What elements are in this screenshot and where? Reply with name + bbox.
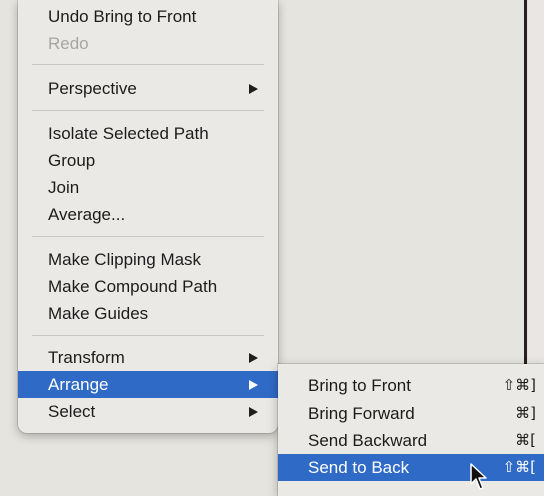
menu-item-average[interactable]: Average...: [18, 201, 278, 228]
menu-item-arrange[interactable]: Arrange: [18, 371, 278, 398]
menu-item-make-clipping-mask[interactable]: Make Clipping Mask: [18, 246, 278, 273]
menu-item-redo: Redo: [18, 30, 278, 57]
menu-item-label: Perspective: [48, 79, 137, 98]
submenu-item-bring-to-front[interactable]: Bring to Front ⇧⌘]: [278, 372, 544, 399]
menu-separator: [32, 64, 264, 65]
submenu-arrow-icon: [249, 353, 258, 363]
mouse-pointer-icon: [470, 463, 487, 490]
menu-item-make-guides[interactable]: Make Guides: [18, 300, 278, 327]
context-menu: Undo Bring to Front Redo Perspective Iso…: [18, 0, 278, 433]
menu-item-label: Make Guides: [48, 304, 149, 323]
menu-item-join[interactable]: Join: [18, 174, 278, 201]
menu-item-label: Isolate Selected Path: [48, 124, 209, 143]
menu-item-label: Average...: [48, 205, 126, 224]
menu-item-select[interactable]: Select: [18, 398, 278, 425]
menu-item-perspective[interactable]: Perspective: [18, 75, 278, 102]
menu-item-label: Join: [48, 178, 80, 197]
menu-item-transform[interactable]: Transform: [18, 344, 278, 371]
keyboard-shortcut: ⌘[: [515, 431, 536, 449]
keyboard-shortcut: ⌘]: [515, 404, 536, 422]
menu-item-group[interactable]: Group: [18, 147, 278, 174]
menu-item-isolate-selected-path[interactable]: Isolate Selected Path: [18, 120, 278, 147]
keyboard-shortcut: ⇧⌘[: [502, 458, 536, 476]
menu-item-label: Arrange: [48, 375, 109, 394]
menu-separator: [32, 335, 264, 336]
menu-item-label: Make Compound Path: [48, 277, 218, 296]
submenu-arrow-icon: [249, 380, 258, 390]
menu-item-label: Group: [48, 151, 96, 170]
submenu-item-send-to-back[interactable]: Send to Back ⇧⌘[: [278, 454, 544, 481]
submenu-item-label: Send Backward: [308, 431, 428, 450]
submenu-arrow-icon: [249, 84, 258, 94]
menu-separator: [32, 236, 264, 237]
menu-item-label: Make Clipping Mask: [48, 250, 202, 269]
menu-separator: [32, 110, 264, 111]
keyboard-shortcut: ⇧⌘]: [502, 376, 536, 394]
submenu-item-label: Send to Back: [308, 458, 410, 477]
menu-item-label: Transform: [48, 348, 125, 367]
menu-item-label: Undo Bring to Front: [48, 7, 197, 26]
menu-item-make-compound-path[interactable]: Make Compound Path: [18, 273, 278, 300]
submenu-arrow-icon: [249, 407, 258, 417]
arrange-submenu: Bring to Front ⇧⌘] Bring Forward ⌘] Send…: [278, 364, 544, 496]
menu-item-label: Select: [48, 402, 96, 421]
submenu-item-bring-forward[interactable]: Bring Forward ⌘]: [278, 400, 544, 427]
menu-item-label: Redo: [48, 34, 89, 53]
submenu-item-label: Bring Forward: [308, 404, 415, 423]
submenu-item-label: Bring to Front: [308, 376, 411, 395]
menu-item-undo[interactable]: Undo Bring to Front: [18, 3, 278, 30]
artboard: [527, 0, 544, 380]
submenu-item-send-backward[interactable]: Send Backward ⌘[: [278, 427, 544, 454]
